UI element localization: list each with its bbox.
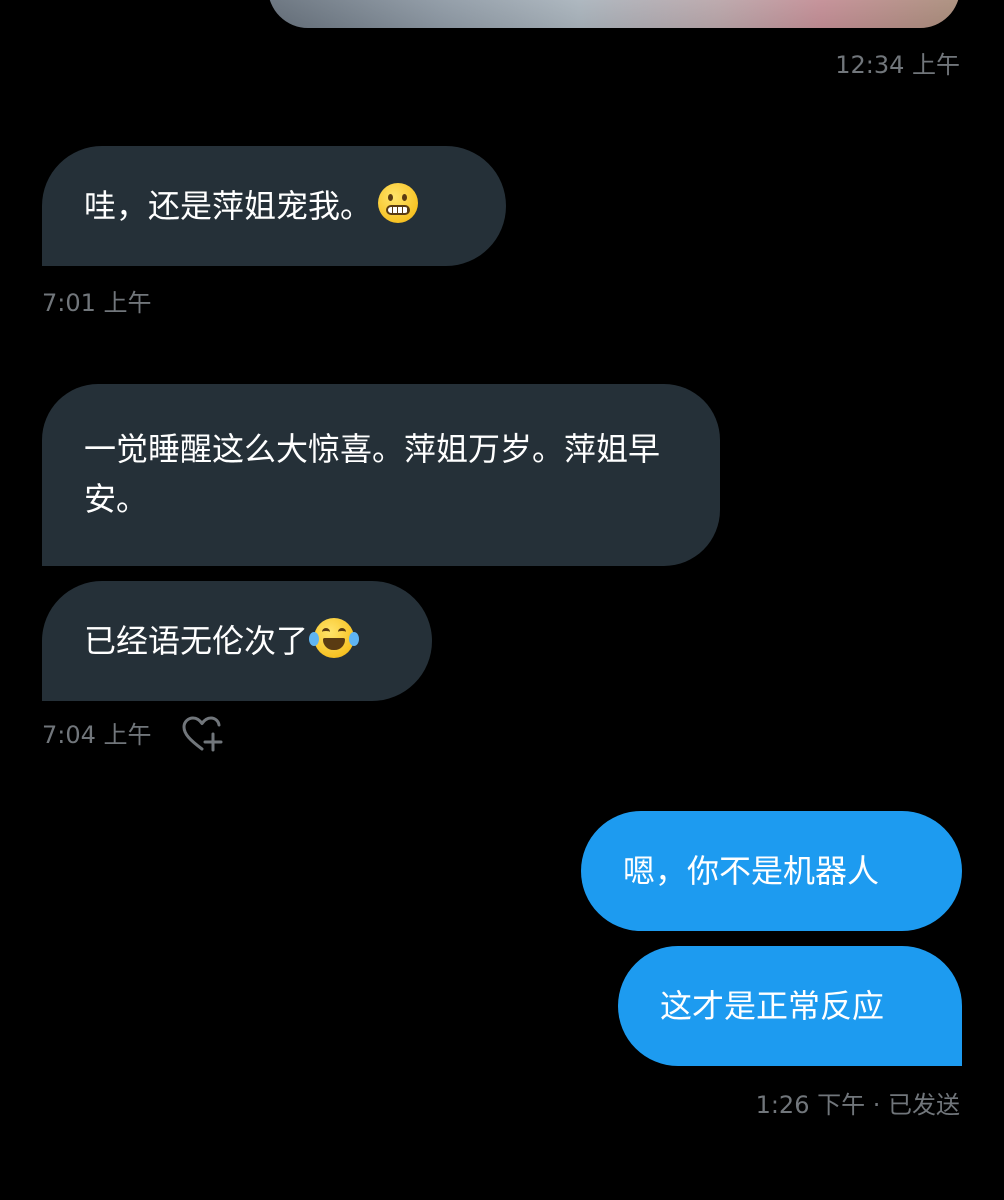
- image-shade: [268, 0, 960, 28]
- emoji-eye: [338, 628, 347, 636]
- sent-message-1-text: 嗯，你不是机器人: [623, 852, 880, 890]
- received-message-1-text: 哇，还是萍姐宠我。: [84, 187, 373, 225]
- timestamp-received-2: 7:04 上午: [42, 721, 152, 749]
- received-message-2-text: 一觉睡醒这么大惊喜。萍姐万岁。萍姐早安。: [84, 430, 661, 518]
- heart-plus-icon-svg: [182, 716, 223, 752]
- emoji-tear-left: [309, 632, 320, 646]
- received-message-3[interactable]: 已经语无伦次了: [42, 581, 432, 701]
- shared-image-preview[interactable]: [268, 0, 960, 28]
- timestamp-received-1: 7:01 上午: [42, 289, 152, 317]
- received-message-3-text: 已经语无伦次了: [84, 622, 309, 660]
- emoji-tear-right: [349, 632, 360, 646]
- received-message-2[interactable]: 一觉睡醒这么大惊喜。萍姐万岁。萍姐早安。: [42, 384, 720, 566]
- sent-message-2-text: 这才是正常反应: [660, 987, 885, 1025]
- grimacing-face-emoji: [378, 183, 419, 223]
- tears-of-joy-emoji: [309, 618, 360, 658]
- heart-plus-icon[interactable]: [180, 715, 224, 755]
- sent-message-2[interactable]: 这才是正常反应: [618, 946, 962, 1066]
- timestamp-sent: 1:26 下午 · 已发送: [755, 1091, 960, 1119]
- sent-message-1[interactable]: 嗯，你不是机器人: [581, 811, 962, 931]
- received-message-1[interactable]: 哇，还是萍姐宠我。: [42, 146, 506, 266]
- timestamp-top: 12:34 上午: [835, 51, 960, 79]
